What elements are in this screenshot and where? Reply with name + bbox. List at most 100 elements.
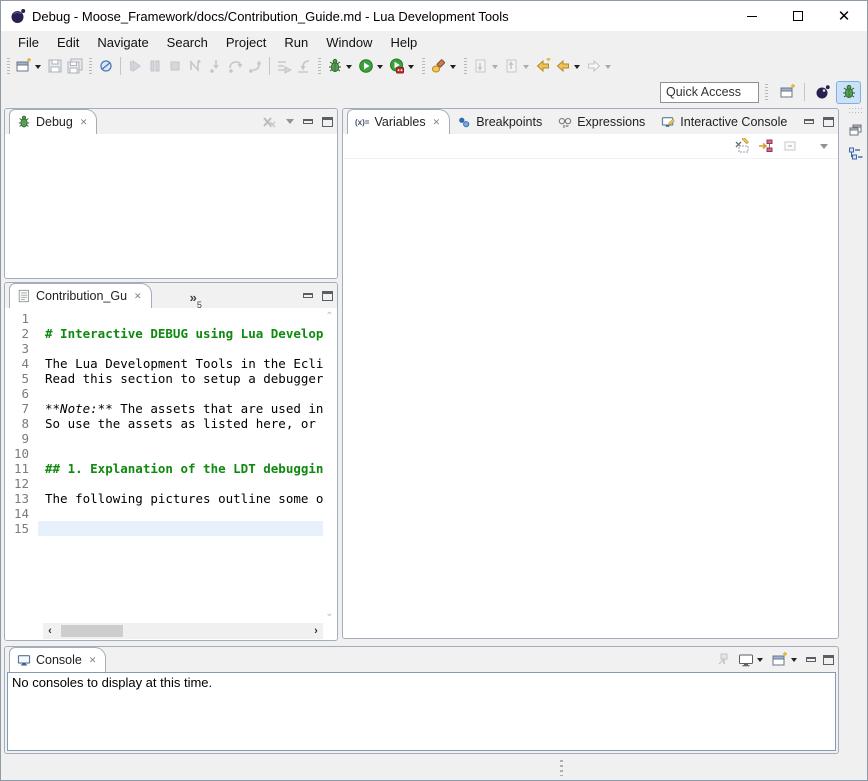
tab-debug[interactable]: Debug ✕	[9, 109, 97, 134]
forward-dropdown[interactable]	[605, 65, 611, 69]
debug-dropdown[interactable]	[346, 65, 352, 69]
back-button[interactable]	[553, 55, 584, 77]
next-annotation-button[interactable]	[471, 55, 502, 77]
show-type-names-icon[interactable]	[734, 138, 750, 154]
tab-console-close-icon[interactable]: ✕	[89, 655, 97, 666]
debug-view-minimize-icon[interactable]	[303, 119, 313, 124]
previous-annotation-dropdown[interactable]	[523, 65, 529, 69]
new-wizard-dropdown[interactable]	[35, 65, 41, 69]
menu-item-file[interactable]: File	[9, 33, 48, 52]
scroll-down-icon[interactable]: ⌄	[325, 609, 333, 619]
coverage-dropdown[interactable]	[408, 65, 414, 69]
tab-breakpoints[interactable]: Breakpoints	[450, 110, 551, 134]
variables-view-menu-icon[interactable]	[820, 144, 828, 149]
open-console-icon[interactable]	[772, 652, 788, 668]
previous-annotation-button[interactable]	[502, 55, 533, 77]
editor-line[interactable]: 14	[5, 506, 323, 521]
step-into-button[interactable]	[205, 55, 225, 77]
console-content[interactable]: No consoles to display at this time.	[7, 672, 836, 751]
debug-view-menu-icon[interactable]	[286, 119, 294, 124]
display-console-dropdown[interactable]	[757, 658, 763, 662]
tab-expressions[interactable]: x= Expressions	[551, 110, 654, 134]
debug-button[interactable]	[325, 55, 356, 77]
editor-line[interactable]: 2# Interactive DEBUG using Lua Develop	[5, 326, 323, 341]
tab-contribution-guide[interactable]: Contribution_Gu ✕	[9, 283, 152, 308]
toolbar-drag-handle[interactable]	[7, 58, 10, 74]
remove-all-terminated-icon[interactable]	[261, 114, 277, 130]
tab-debug-close-icon[interactable]: ✕	[80, 117, 88, 128]
editor-line[interactable]: 10	[5, 446, 323, 461]
disconnect-button[interactable]	[185, 55, 205, 77]
debug-perspective-button[interactable]	[836, 81, 861, 104]
external-tools-dropdown[interactable]	[450, 65, 456, 69]
menu-item-window[interactable]: Window	[317, 33, 381, 52]
lua-perspective-button[interactable]	[810, 81, 835, 104]
toolbar-drag-handle[interactable]	[422, 58, 425, 74]
editor-horizontal-scrollbar[interactable]: ‹ ›	[43, 623, 323, 639]
skip-all-breakpoints-button[interactable]	[96, 55, 116, 77]
editor-line[interactable]: 9	[5, 431, 323, 446]
tab-interactive-console[interactable]: Interactive Console	[654, 110, 796, 134]
editor-line[interactable]: 4The Lua Development Tools in the Ecli	[5, 356, 323, 371]
scroll-right-icon[interactable]: ›	[309, 625, 323, 637]
tab-variables-close-icon[interactable]: ✕	[433, 117, 441, 128]
status-bar-grip[interactable]	[560, 760, 563, 776]
window-minimize-button[interactable]	[729, 1, 775, 31]
menu-item-search[interactable]: Search	[158, 33, 217, 52]
display-selected-console-icon[interactable]	[738, 652, 754, 668]
variables-maximize-icon[interactable]	[823, 117, 834, 127]
trim-drag-handle[interactable]	[849, 108, 863, 113]
hidden-editors-chevron[interactable]: »5	[190, 290, 202, 308]
window-maximize-button[interactable]	[775, 1, 821, 31]
run-dropdown[interactable]	[377, 65, 383, 69]
save-button[interactable]	[45, 55, 65, 77]
coverage-button[interactable]	[387, 55, 418, 77]
terminate-button[interactable]	[165, 55, 185, 77]
quick-access-input[interactable]	[660, 82, 759, 103]
outline-view-button[interactable]	[845, 143, 867, 165]
menu-item-run[interactable]: Run	[275, 33, 317, 52]
collapse-all-icon[interactable]	[782, 138, 798, 154]
console-minimize-icon[interactable]	[806, 657, 816, 662]
external-tools-button[interactable]	[429, 55, 460, 77]
menu-item-navigate[interactable]: Navigate	[88, 33, 157, 52]
debug-view-maximize-icon[interactable]	[322, 117, 333, 127]
tab-contribution-guide-close-icon[interactable]: ✕	[134, 291, 142, 302]
save-all-button[interactable]	[65, 55, 85, 77]
hscroll-thumb[interactable]	[61, 625, 123, 637]
editor-line[interactable]: 3	[5, 341, 323, 356]
editor-line[interactable]: 5Read this section to setup a debugger	[5, 371, 323, 386]
toolbar-drag-handle[interactable]	[318, 58, 321, 74]
editor-line[interactable]: 6	[5, 386, 323, 401]
menu-item-edit[interactable]: Edit	[48, 33, 88, 52]
show-logical-structures-icon[interactable]	[758, 138, 774, 154]
editor-line[interactable]: 15	[5, 521, 323, 536]
editor-minimize-icon[interactable]	[303, 293, 313, 298]
menu-item-help[interactable]: Help	[381, 33, 426, 52]
menu-item-project[interactable]: Project	[217, 33, 275, 52]
window-close-button[interactable]: ✕	[821, 1, 867, 31]
suspend-button[interactable]	[145, 55, 165, 77]
next-annotation-dropdown[interactable]	[492, 65, 498, 69]
open-perspective-button[interactable]	[775, 81, 800, 104]
variables-minimize-icon[interactable]	[804, 119, 814, 124]
pin-console-icon[interactable]	[715, 652, 731, 668]
toolbar-drag-handle[interactable]	[765, 84, 768, 100]
drop-to-frame-button[interactable]	[294, 55, 314, 77]
restore-view-button[interactable]	[845, 119, 867, 141]
last-edit-location-button[interactable]	[533, 55, 553, 77]
console-maximize-icon[interactable]	[823, 655, 834, 665]
editor-lines[interactable]: 12# Interactive DEBUG using Lua Develop3…	[5, 308, 323, 623]
editor-maximize-icon[interactable]	[322, 291, 333, 301]
editor-line[interactable]: 8So use the assets as listed here, or	[5, 416, 323, 431]
forward-button[interactable]	[584, 55, 615, 77]
editor-line[interactable]: 11## 1. Explanation of the LDT debuggin	[5, 461, 323, 476]
scroll-left-icon[interactable]: ‹	[43, 625, 57, 637]
toolbar-drag-handle[interactable]	[464, 58, 467, 74]
tab-variables[interactable]: (x)= Variables ✕	[347, 109, 450, 134]
use-step-filters-button[interactable]	[274, 55, 294, 77]
open-console-dropdown[interactable]	[791, 658, 797, 662]
scroll-up-icon[interactable]: ⌃	[325, 312, 333, 322]
editor-line[interactable]: 12	[5, 476, 323, 491]
back-dropdown[interactable]	[574, 65, 580, 69]
